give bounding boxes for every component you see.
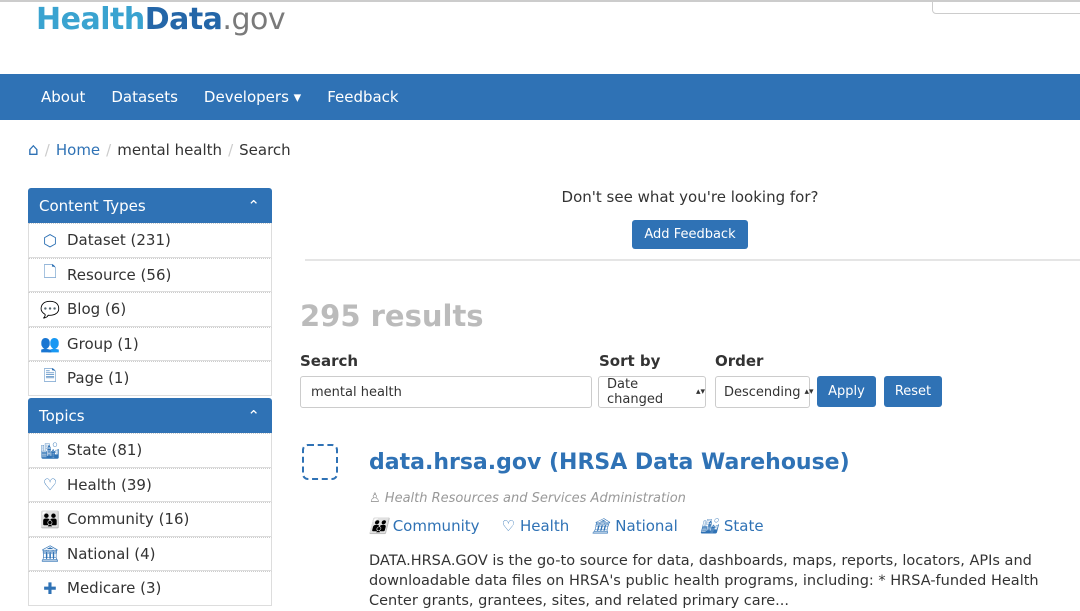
sidebar-item[interactable]: 💬 Blog (6) bbox=[28, 292, 272, 327]
breadcrumb-term: mental health bbox=[117, 141, 223, 159]
bank-icon: 🏛 bbox=[591, 517, 611, 535]
add-feedback-button[interactable]: Add Feedback bbox=[632, 220, 748, 249]
tag-label: National bbox=[615, 517, 678, 535]
sidebar-item[interactable]: 🗋 Resource (56) bbox=[28, 257, 272, 292]
cube-icon: ⬡ bbox=[43, 230, 57, 250]
page-icon: 🗎 bbox=[43, 365, 57, 385]
panel-title: Topics bbox=[39, 406, 85, 425]
tag-state[interactable]: 🏙 State bbox=[700, 517, 764, 535]
sidebar-item-label: Resource (56) bbox=[67, 265, 172, 284]
topics-header[interactable]: Topics ⌃ bbox=[28, 398, 272, 433]
sort-label: Sort by bbox=[599, 352, 661, 370]
chat-bubble-icon: 💬 bbox=[40, 299, 60, 319]
topics-panel: Topics ⌃ 🏙 State (81) ♡ Health (39) 👪 Communit… bbox=[28, 398, 272, 606]
apply-button[interactable]: Apply bbox=[817, 376, 876, 407]
sidebar-item-label: Group (1) bbox=[67, 334, 139, 353]
separator: / bbox=[44, 141, 50, 159]
separator: / bbox=[228, 141, 234, 159]
sidebar-item[interactable]: 🏛 National (4) bbox=[28, 536, 272, 571]
updown-icon: ▴▾ bbox=[695, 387, 705, 397]
org-name: Health Resources and Services Administra… bbox=[384, 491, 686, 506]
result-description: DATA.HRSA.GOV is the go-to source for da… bbox=[369, 553, 1039, 609]
panel-title: Content Types bbox=[39, 196, 146, 215]
site-search-input[interactable] bbox=[932, 0, 1080, 14]
nav-developers[interactable]: Developers ▾ bbox=[204, 88, 301, 106]
feedback-prompt: Don't see what you're looking for? bbox=[561, 188, 819, 206]
sidebar-item-label: Health (39) bbox=[67, 475, 152, 494]
breadcrumb-home[interactable]: Home bbox=[56, 141, 100, 159]
main-content: Don't see what you're looking for? Add F… bbox=[300, 182, 1080, 609]
sidebar-item-label: National (4) bbox=[67, 544, 156, 563]
home-icon[interactable]: ⌂ bbox=[28, 140, 39, 160]
sidebar-item-label: Medicare (3) bbox=[67, 579, 162, 598]
breadcrumb-current: Search bbox=[239, 141, 291, 159]
reset-button[interactable]: Reset bbox=[884, 376, 942, 407]
tag-community[interactable]: 👪 Community bbox=[369, 517, 480, 535]
content-types-panel: Content Types ⌃ ⬡ Dataset (231) 🗋 Resource (… bbox=[28, 188, 272, 396]
sidebar-item-label: State (81) bbox=[67, 441, 143, 460]
sidebar-item[interactable]: ♡ Health (39) bbox=[28, 467, 272, 502]
search-label: Search bbox=[300, 352, 359, 370]
community-icon: 👪 bbox=[369, 517, 388, 535]
result-tags: 👪 Community ♡ Health 🏛 National 🏙 State bbox=[369, 517, 764, 535]
order-label: Order bbox=[715, 352, 764, 370]
sidebar-item-label: Blog (6) bbox=[67, 300, 127, 319]
tag-health[interactable]: ♡ Health bbox=[502, 517, 570, 535]
medical-icon: ✚ bbox=[43, 578, 57, 598]
buildings-icon: 🏙 bbox=[699, 517, 719, 535]
buildings-icon: 🏙 bbox=[39, 440, 61, 460]
nav-feedback[interactable]: Feedback bbox=[327, 88, 398, 106]
tag-label: State bbox=[723, 517, 764, 535]
sidebar-item[interactable]: ✚ Medicare (3) bbox=[28, 571, 272, 606]
breadcrumb: ⌂ / Home / mental health / Search bbox=[28, 140, 291, 160]
result-title-link[interactable]: data.hrsa.gov (HRSA Data Warehouse) bbox=[369, 450, 850, 475]
dataset-cube-icon bbox=[302, 444, 338, 480]
sidebar-item-label: Dataset (231) bbox=[67, 231, 171, 250]
sidebar-item[interactable]: 👥 Group (1) bbox=[28, 326, 272, 361]
order-value: Descending bbox=[724, 384, 801, 400]
heart-icon: ♡ bbox=[501, 517, 515, 535]
tag-national[interactable]: 🏛 National bbox=[591, 517, 678, 535]
chevron-up-icon: ⌃ bbox=[247, 406, 260, 425]
nav-datasets[interactable]: Datasets bbox=[111, 88, 178, 106]
tag-label: Health bbox=[519, 517, 570, 535]
sidebar-item[interactable]: 🗎 Page (1) bbox=[28, 361, 272, 396]
org-icon: ♙ bbox=[369, 491, 385, 506]
order-select[interactable]: Descending ▴▾ bbox=[715, 376, 814, 408]
sidebar-item-label: Community (16) bbox=[67, 510, 190, 529]
results-count: 295 results bbox=[300, 299, 484, 333]
nav-about[interactable]: About bbox=[41, 88, 85, 106]
main-nav: About Datasets Developers ▾ Feedback bbox=[0, 74, 1080, 120]
separator: / bbox=[106, 141, 112, 159]
sidebar-item[interactable]: ⬡ Dataset (231) bbox=[28, 223, 272, 258]
sort-select[interactable]: Date changed ▴▾ bbox=[598, 376, 706, 408]
heart-icon: ♡ bbox=[42, 475, 58, 495]
chevron-up-icon: ⌃ bbox=[247, 196, 260, 215]
sidebar-item[interactable]: 🏙 State (81) bbox=[28, 433, 272, 468]
bank-icon: 🏛 bbox=[39, 544, 61, 564]
file-code-icon: 🗋 bbox=[43, 262, 57, 282]
updown-icon: ▴▾ bbox=[804, 387, 814, 397]
result-organization[interactable]: ♙ Health Resources and Services Administ… bbox=[369, 491, 686, 506]
site-logo[interactable]: HealthData.gov bbox=[36, 2, 286, 37]
content-types-header[interactable]: Content Types ⌃ bbox=[28, 188, 272, 223]
divider bbox=[305, 259, 1080, 261]
sidebar-item[interactable]: 👪 Community (16) bbox=[28, 502, 272, 537]
sort-value: Date changed bbox=[607, 377, 664, 407]
sidebar-item-label: Page (1) bbox=[67, 369, 130, 388]
community-icon: 👪 bbox=[40, 509, 60, 529]
search-input[interactable]: mental health bbox=[300, 376, 592, 408]
tag-label: Community bbox=[392, 517, 480, 535]
group-icon: 👥 bbox=[40, 334, 60, 354]
